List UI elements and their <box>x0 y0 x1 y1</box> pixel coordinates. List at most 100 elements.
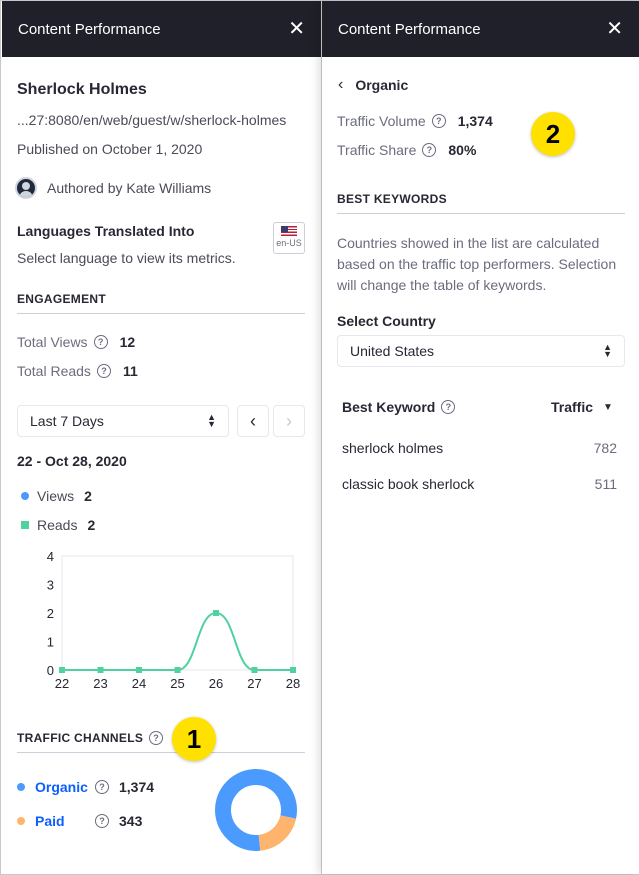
callout-badge-1: 1 <box>172 717 216 761</box>
organic-value: 1,374 <box>119 779 155 795</box>
previous-period-button[interactable]: ‹ <box>237 405 269 437</box>
traffic-volume-label: Traffic Volume <box>337 113 426 129</box>
paid-link[interactable]: Paid <box>35 813 95 829</box>
right-panel: Content Performance ✕ ‹ Organic Traffic … <box>322 1 639 874</box>
flag-label: en-US <box>276 238 302 248</box>
column-keyword-label: Best Keyword <box>342 399 436 415</box>
language-flag-button[interactable]: en-US <box>273 222 305 254</box>
reads-data-point <box>290 667 296 673</box>
article-url: ...27:8080/en/web/guest/w/sherlock-holme… <box>17 112 287 128</box>
article-title: Sherlock Holmes <box>17 81 147 98</box>
callout-badge-2: 2 <box>531 112 575 156</box>
help-icon[interactable]: ? <box>95 780 109 794</box>
y-tick-label: 3 <box>47 578 54 593</box>
country-description: Countries showed in the list are calcula… <box>337 235 617 293</box>
right-close-icon[interactable]: ✕ <box>606 19 623 39</box>
sort-down-icon: ▼ <box>603 401 613 413</box>
x-tick-label: 23 <box>93 676 107 691</box>
total-reads-metric: Total Reads ? 11 <box>17 363 138 379</box>
engagement-label: ENGAGEMENT <box>17 292 107 306</box>
best-keywords-divider <box>337 213 625 214</box>
traffic-divider <box>17 752 305 753</box>
select-arrows-icon: ▲ ▼ <box>603 342 612 359</box>
reads-data-point <box>136 667 142 673</box>
y-tick-label: 2 <box>47 606 54 621</box>
help-icon[interactable]: ? <box>149 731 164 745</box>
engagement-chart: 0123422 23 24 25 26 27 28 <box>47 549 300 691</box>
keyword-cell: sherlock holmes <box>342 440 444 456</box>
time-range-value: Last 7 Days <box>30 413 104 429</box>
date-range: 22 - Oct 28, 2020 <box>17 453 127 469</box>
chevron-right-icon: › <box>286 410 292 431</box>
left-close-icon[interactable]: ✕ <box>288 19 305 39</box>
y-tick-label: 1 <box>47 635 54 650</box>
legend-reads[interactable]: Reads 2 <box>21 517 95 533</box>
left-header: Content Performance ✕ <box>2 1 321 57</box>
traffic-cell: 511 <box>594 476 617 492</box>
country-value: United States <box>350 343 435 359</box>
time-range-select[interactable]: Last 7 Days ▲ ▼ <box>17 405 229 437</box>
column-header-traffic[interactable]: Traffic ▼ <box>551 399 613 415</box>
x-tick-label: 24 <box>132 676 146 691</box>
views-dot-icon <box>21 492 29 500</box>
select-arrows-icon: ▲ ▼ <box>207 412 216 429</box>
total-reads-value: 11 <box>122 363 138 379</box>
right-header: Content Performance ✕ <box>322 1 639 57</box>
app-frame: Content Performance ✕ Sherlock Holmes ..… <box>0 0 639 875</box>
country-select[interactable]: United States ▲ ▼ <box>337 335 625 367</box>
x-tick-label: 28 <box>286 676 300 691</box>
avatar <box>15 177 37 199</box>
reads-data-point <box>97 667 104 673</box>
help-icon[interactable]: ? <box>95 814 109 828</box>
author-line: Authored by Kate Williams <box>47 180 212 196</box>
column-traffic-label: Traffic <box>551 399 594 415</box>
reads-series-line <box>61 611 293 671</box>
traffic-share-value: 80% <box>448 142 477 158</box>
reads-square-icon <box>21 521 29 529</box>
back-nav[interactable]: ‹ Organic <box>338 76 408 94</box>
reads-data-point <box>174 667 181 673</box>
traffic-volume-metric: Traffic Volume ? 1,374 <box>337 113 493 129</box>
organic-link[interactable]: Organic <box>35 779 95 795</box>
traffic-share-metric: Traffic Share ? 80% <box>337 142 476 158</box>
traffic-volume-value: 1,374 <box>457 113 493 129</box>
x-tick-label: 26 <box>209 676 223 691</box>
help-icon[interactable]: ? <box>431 114 446 128</box>
traffic-share-label: Traffic Share <box>337 142 417 158</box>
organic-channel-row[interactable]: Organic ? 1,374 <box>17 779 154 795</box>
y-tick-label: 0 <box>47 663 54 678</box>
published-date: Published on October 1, 2020 <box>17 141 203 157</box>
help-icon[interactable]: ? <box>441 400 456 414</box>
column-header-keyword: Best Keyword ? <box>342 399 456 415</box>
legend-reads-label: Reads <box>37 517 78 533</box>
x-tick-label: 22 <box>55 676 69 691</box>
total-views-metric: Total Views ? 12 <box>17 334 135 350</box>
plot-area <box>61 555 294 671</box>
traffic-channels-label: TRAFFIC CHANNELS <box>17 731 144 745</box>
legend-views[interactable]: Views 2 <box>21 488 92 504</box>
languages-hint: Select language to view its metrics. <box>17 250 236 266</box>
reads-data-point <box>213 610 219 616</box>
total-reads-label: Total Reads <box>17 363 91 379</box>
table-row[interactable]: classic book sherlock 511 <box>342 476 617 492</box>
left-panel: Content Performance ✕ Sherlock Holmes ..… <box>2 1 322 874</box>
engagement-divider <box>17 313 305 314</box>
best-keywords-label: BEST KEYWORDS <box>337 192 447 206</box>
left-header-title: Content Performance <box>18 20 161 38</box>
total-views-value: 12 <box>119 334 136 350</box>
select-country-label: Select Country <box>337 313 436 329</box>
chevron-left-icon: ‹ <box>338 76 344 93</box>
reads-data-point <box>251 667 258 673</box>
next-period-button[interactable]: › <box>273 405 305 437</box>
help-icon[interactable]: ? <box>422 143 437 157</box>
reads-data-point <box>59 667 65 673</box>
legend-views-label: Views <box>37 488 75 504</box>
help-icon[interactable]: ? <box>96 364 111 378</box>
help-icon[interactable]: ? <box>93 335 108 349</box>
table-row[interactable]: sherlock holmes 782 <box>342 440 617 456</box>
languages-title: Languages Translated Into <box>17 223 195 239</box>
us-flag-icon <box>281 226 297 236</box>
paid-channel-row[interactable]: Paid ? 343 <box>17 813 142 829</box>
traffic-donut-chart <box>215 769 297 851</box>
traffic-cell: 782 <box>593 440 617 456</box>
